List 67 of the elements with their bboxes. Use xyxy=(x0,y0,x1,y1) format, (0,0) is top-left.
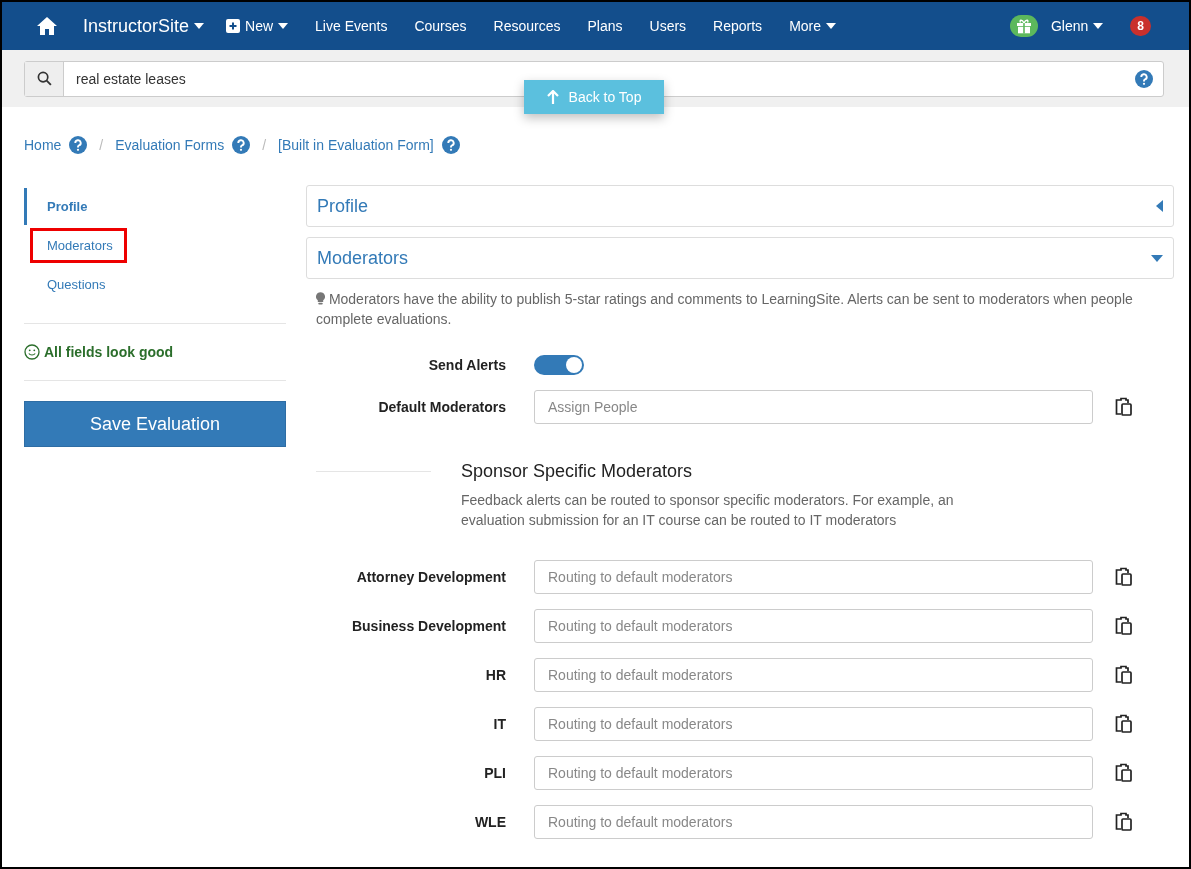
input-field[interactable]: Routing to default moderators xyxy=(534,658,1093,692)
field-label: HR xyxy=(484,667,506,683)
help-icon[interactable] xyxy=(441,136,460,154)
caret-icon xyxy=(278,23,289,29)
breadcrumb-link[interactable]: [Built in Evaluation Form] xyxy=(278,137,434,153)
clipboard-icon[interactable] xyxy=(1114,714,1134,734)
nav-link[interactable]: Live Events xyxy=(315,18,388,34)
save-evaluation-button[interactable]: Save Evaluation xyxy=(24,401,286,447)
breadcrumb-link[interactable]: Home xyxy=(24,137,62,153)
caret-icon xyxy=(1093,23,1104,29)
validation-status: All fields look good xyxy=(44,344,174,360)
panel-header[interactable]: Moderators xyxy=(306,237,1174,279)
nav-link[interactable]: Courses xyxy=(414,18,467,34)
clipboard-icon[interactable] xyxy=(1114,665,1134,685)
field-label: IT xyxy=(492,716,506,732)
more-menu[interactable]: More xyxy=(789,18,837,34)
help-icon[interactable] xyxy=(1135,69,1153,88)
nav-link[interactable]: Plans xyxy=(587,18,623,34)
input-field[interactable]: Assign People xyxy=(534,390,1093,424)
lightbulb-icon xyxy=(316,292,325,305)
field-label: Business Development xyxy=(350,618,506,634)
input-field[interactable]: Routing to default moderators xyxy=(534,756,1093,790)
input-field[interactable]: Routing to default moderators xyxy=(534,707,1093,741)
nav-link[interactable]: Reports xyxy=(713,18,763,34)
gift-button[interactable] xyxy=(1009,15,1038,37)
hint-text: Moderators have the ability to publish 5-star ratings and comments to LearningSite. Alerts can be sent to moderators when people complete evaluations. xyxy=(316,290,1134,329)
notification-badge[interactable]: 8 xyxy=(1130,16,1151,36)
help-icon[interactable] xyxy=(69,136,88,154)
clipboard-icon[interactable] xyxy=(1114,763,1134,783)
up-arrow-icon xyxy=(546,90,559,104)
help-icon[interactable] xyxy=(232,136,251,154)
clipboard-icon[interactable] xyxy=(1114,567,1134,587)
breadcrumb-link[interactable]: Evaluation Forms xyxy=(115,137,225,153)
caret-icon xyxy=(194,23,205,29)
breadcrumb-separator: / xyxy=(262,137,267,153)
input-field[interactable]: Routing to default moderators xyxy=(534,560,1093,594)
field-label: WLE xyxy=(473,814,506,830)
sidebar-item[interactable]: Moderators xyxy=(30,228,127,263)
home-icon[interactable] xyxy=(36,16,58,36)
breadcrumb-separator: / xyxy=(99,137,104,153)
new-menu[interactable]: New xyxy=(226,18,289,34)
caret-icon xyxy=(826,23,837,29)
plus-square-icon xyxy=(226,19,241,33)
field-label: PLI xyxy=(483,765,506,781)
panel-title: Profile xyxy=(317,195,369,217)
clipboard-icon[interactable] xyxy=(1114,812,1134,832)
sidebar-item[interactable]: Profile xyxy=(24,188,108,225)
sidebar-item[interactable]: Questions xyxy=(24,266,126,303)
send-alerts-toggle[interactable] xyxy=(534,355,584,375)
panel-title: Moderators xyxy=(317,247,409,269)
field-label: Default Moderators xyxy=(377,399,506,415)
smiley-icon xyxy=(24,344,40,360)
user-menu[interactable]: Glenn xyxy=(1050,18,1104,34)
search-icon xyxy=(36,71,52,86)
brand-menu[interactable]: InstructorSite xyxy=(83,15,205,37)
nav-link[interactable]: Users xyxy=(649,18,687,34)
clipboard-icon[interactable] xyxy=(1114,397,1134,417)
field-label: Attorney Development xyxy=(355,569,506,585)
nav-link[interactable]: Resources xyxy=(493,18,561,34)
input-field[interactable]: Routing to default moderators xyxy=(534,805,1093,839)
field-label: Send Alerts xyxy=(427,357,506,373)
clipboard-icon[interactable] xyxy=(1114,616,1134,636)
gift-icon xyxy=(1015,18,1032,34)
section-heading: Sponsor Specific Moderators xyxy=(461,461,694,482)
input-field[interactable]: Routing to default moderators xyxy=(534,609,1093,643)
section-description: Feedback alerts can be routed to sponsor specific moderators. For example, an evaluation submission for an IT course can be routed to IT moderators xyxy=(461,491,955,530)
panel-header[interactable]: Profile xyxy=(306,185,1174,227)
